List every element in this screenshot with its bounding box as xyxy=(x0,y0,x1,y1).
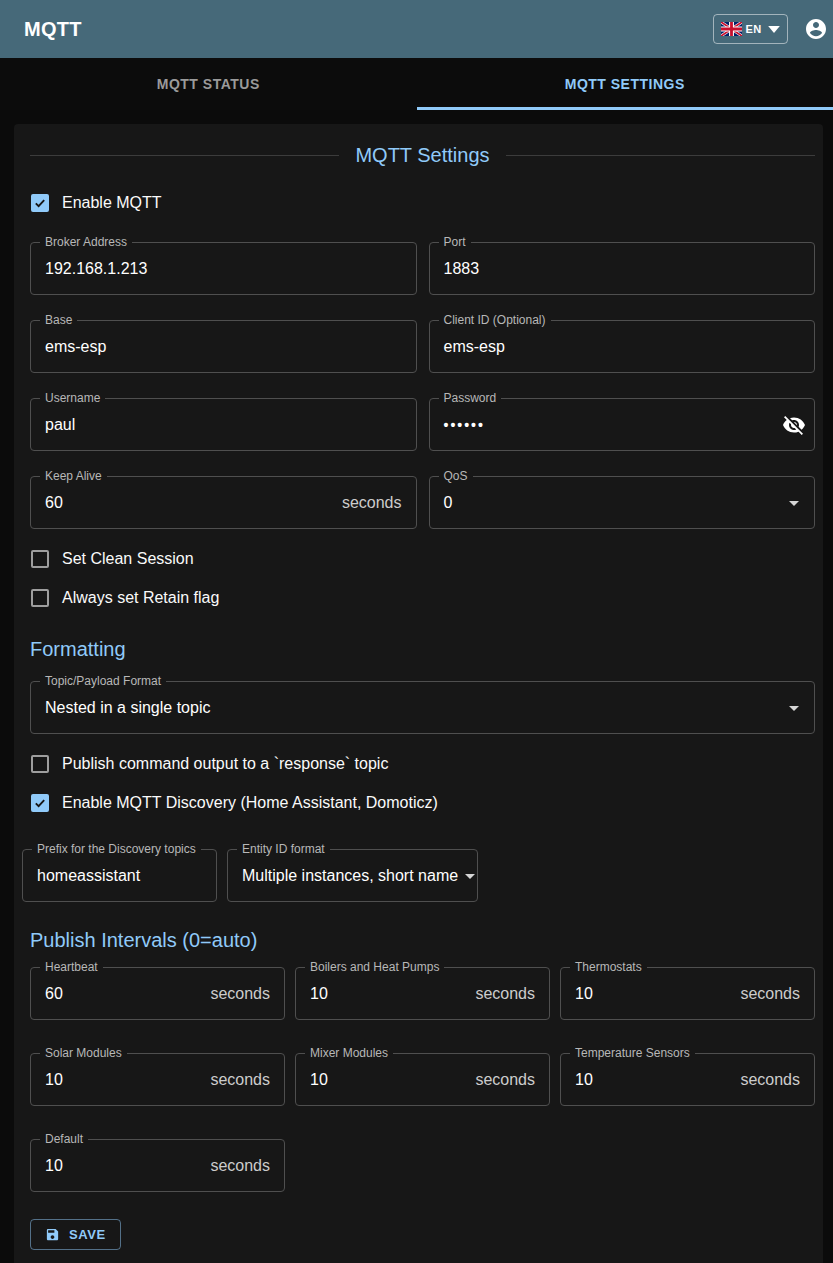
tab-mqtt-settings[interactable]: MQTT SETTINGS xyxy=(417,58,833,110)
tab-bar: MQTT STATUS MQTT SETTINGS xyxy=(0,58,833,110)
checkbox-mqtt-discovery[interactable]: Enable MQTT Discovery (Home Assistant, D… xyxy=(30,790,815,816)
checkbox-unchecked-icon xyxy=(31,550,49,568)
language-selector[interactable]: EN xyxy=(713,14,788,44)
page-title: MQTT xyxy=(24,18,82,41)
dropdown-arrow-icon xyxy=(458,864,482,888)
publish-intervals-heading: Publish Intervals (0=auto) xyxy=(30,925,815,955)
dropdown-arrow-icon xyxy=(782,491,806,515)
heartbeat-field[interactable]: Heartbeat 60 seconds xyxy=(30,967,285,1020)
checkbox-retain-flag[interactable]: Always set Retain flag xyxy=(30,585,815,611)
checkbox-clean-session[interactable]: Set Clean Session xyxy=(30,546,815,572)
mixer-modules-field[interactable]: Mixer Modules 10 seconds xyxy=(295,1053,550,1106)
appbar: MQTT EN xyxy=(0,0,833,58)
tab-mqtt-status[interactable]: MQTT STATUS xyxy=(0,58,417,110)
username-field[interactable]: Username paul xyxy=(30,398,417,451)
divider-line-right xyxy=(506,155,815,156)
account-button[interactable] xyxy=(804,17,828,41)
formatting-heading: Formatting xyxy=(30,634,815,664)
temperature-sensors-field[interactable]: Temperature Sensors 10 seconds xyxy=(560,1053,815,1106)
checkbox-enable-mqtt[interactable]: Enable MQTT xyxy=(30,190,815,216)
language-label: EN xyxy=(746,23,762,35)
visibility-off-icon[interactable] xyxy=(782,413,806,437)
uk-flag-icon xyxy=(721,22,742,36)
checkbox-unchecked-icon xyxy=(31,755,49,773)
settings-card: MQTT Settings Enable MQTT Broker Address… xyxy=(14,124,823,1263)
discovery-prefix-field[interactable]: Prefix for the Discovery topics homeassi… xyxy=(22,849,217,902)
settings-heading: MQTT Settings xyxy=(355,140,489,170)
section-divider: MQTT Settings xyxy=(30,140,815,170)
save-button[interactable]: SAVE xyxy=(30,1219,121,1250)
dropdown-arrow-icon xyxy=(782,696,806,720)
keep-alive-field[interactable]: Keep Alive 60 seconds xyxy=(30,476,417,529)
boilers-field[interactable]: Boilers and Heat Pumps 10 seconds xyxy=(295,967,550,1020)
default-interval-field[interactable]: Default 10 seconds xyxy=(30,1139,285,1192)
chevron-down-icon xyxy=(768,26,780,33)
checkbox-unchecked-icon xyxy=(31,589,49,607)
checkbox-checked-icon xyxy=(31,794,49,812)
port-field[interactable]: Port 1883 xyxy=(429,242,816,295)
divider-line-left xyxy=(30,155,339,156)
save-icon xyxy=(45,1227,60,1242)
save-label: SAVE xyxy=(69,1227,106,1242)
checkbox-checked-icon xyxy=(31,194,49,212)
account-circle-icon xyxy=(804,17,828,41)
thermostats-field[interactable]: Thermostats 10 seconds xyxy=(560,967,815,1020)
password-field[interactable]: Password •••••• xyxy=(429,398,816,451)
qos-select[interactable]: QoS 0 xyxy=(429,476,816,529)
client-id-field[interactable]: Client ID (Optional) ems-esp xyxy=(429,320,816,373)
entity-id-format-select[interactable]: Entity ID format Multiple instances, sho… xyxy=(227,849,478,902)
base-field[interactable]: Base ems-esp xyxy=(30,320,417,373)
checkbox-response-topic[interactable]: Publish command output to a `response` t… xyxy=(30,751,815,777)
topic-format-select[interactable]: Topic/Payload Format Nested in a single … xyxy=(30,681,815,734)
broker-address-field[interactable]: Broker Address 192.168.1.213 xyxy=(30,242,417,295)
solar-modules-field[interactable]: Solar Modules 10 seconds xyxy=(30,1053,285,1106)
